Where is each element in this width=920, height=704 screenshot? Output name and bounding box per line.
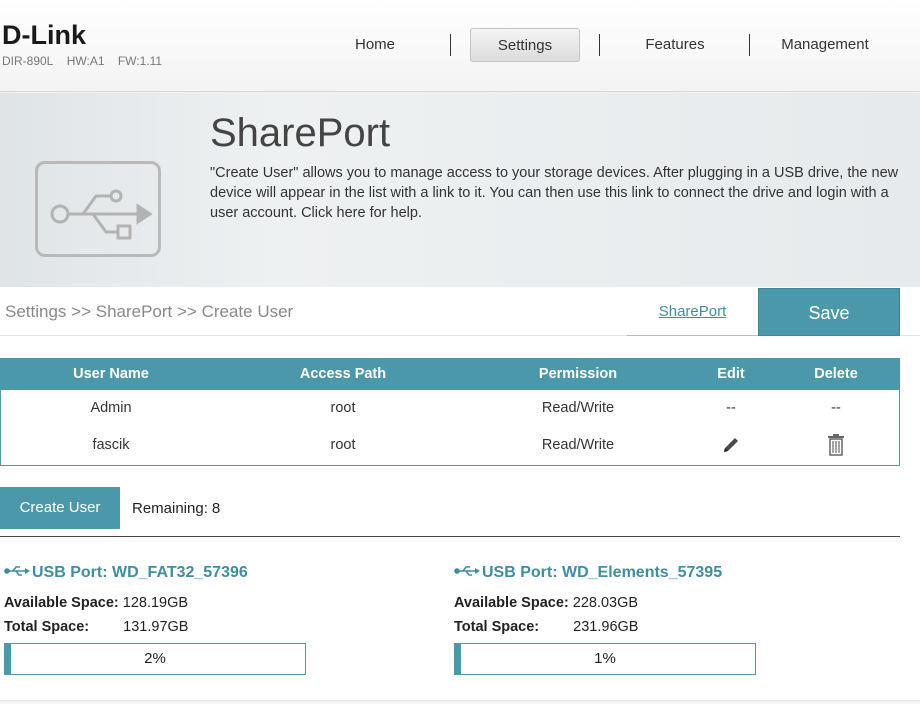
remaining-label: Remaining: bbox=[132, 500, 208, 517]
usage-percent: 1% bbox=[594, 650, 616, 667]
table-header: User Name Access Path Permission Edit De… bbox=[1, 359, 899, 390]
available-space-value: 228.03GB bbox=[572, 595, 639, 611]
total-space: Total Space: 131.97GB bbox=[4, 619, 188, 635]
available-space: Available Space: 128.19GB bbox=[4, 595, 188, 611]
col-delete: Delete bbox=[814, 366, 858, 382]
fw-version: FW:1.11 bbox=[117, 54, 163, 68]
nav-settings[interactable]: Settings bbox=[470, 28, 580, 62]
usb-port-card: USB Port: WD_Elements_57395 Available Sp… bbox=[454, 560, 764, 680]
table-row: Admin root Read/Write -- -- bbox=[1, 390, 899, 426]
available-space: Available Space: 228.03GB bbox=[454, 595, 638, 611]
cell-user-name: fascik bbox=[92, 437, 130, 453]
hw-version: HW:A1 bbox=[66, 54, 105, 68]
col-edit: Edit bbox=[717, 366, 745, 382]
usb-icon bbox=[454, 564, 482, 582]
page-description: "Create User" allows you to manage acces… bbox=[210, 165, 899, 221]
nav-home[interactable]: Home bbox=[325, 28, 425, 62]
cell-edit: -- bbox=[726, 400, 736, 416]
cell-permission: Read/Write bbox=[541, 400, 615, 416]
col-permission: Permission bbox=[538, 366, 618, 382]
breadcrumb-bar: Settings >> SharePort >> Create User Sha… bbox=[0, 288, 920, 336]
section-divider bbox=[0, 536, 900, 537]
usb-port-name: USB Port: WD_FAT32_57396 bbox=[32, 564, 248, 582]
total-space: Total Space: 231.96GB bbox=[454, 619, 638, 635]
users-table: User Name Access Path Permission Edit De… bbox=[0, 358, 900, 466]
usb-port-name: USB Port: WD_Elements_57395 bbox=[482, 564, 723, 582]
total-space-label: Total Space: bbox=[454, 619, 540, 635]
shareport-link[interactable]: SharePort bbox=[627, 288, 758, 336]
usb-icon bbox=[4, 564, 32, 582]
main-nav: Home Settings Features Management bbox=[300, 28, 900, 62]
available-space-label: Available Space: bbox=[454, 595, 569, 611]
cell-delete: -- bbox=[831, 400, 841, 416]
usage-percent: 2% bbox=[144, 650, 166, 667]
total-space-value: 131.97GB bbox=[123, 619, 189, 635]
pencil-icon[interactable] bbox=[681, 427, 781, 463]
cell-access-path: root bbox=[330, 400, 356, 416]
total-space-label: Total Space: bbox=[4, 619, 90, 635]
bottom-edge bbox=[0, 700, 920, 704]
page-banner: SharePort "Create User" allows you to ma… bbox=[0, 93, 920, 287]
nav-management[interactable]: Management bbox=[770, 28, 880, 62]
col-user-name: User Name bbox=[73, 366, 149, 382]
usb-drive-icon bbox=[35, 161, 161, 257]
available-space-label: Available Space: bbox=[4, 595, 119, 611]
usage-progress-bar: 2% bbox=[4, 643, 306, 675]
page-title: SharePort bbox=[210, 111, 391, 155]
trash-icon[interactable] bbox=[786, 427, 886, 463]
device-info: DIR-890L HW:A1 FW:1.11 bbox=[2, 54, 172, 68]
create-user-button[interactable]: Create User bbox=[0, 487, 120, 529]
total-space-value: 231.96GB bbox=[573, 619, 639, 635]
cell-access-path: root bbox=[330, 437, 356, 453]
dlink-logo: D-Link bbox=[2, 20, 86, 50]
nav-separator bbox=[450, 34, 451, 56]
nav-separator bbox=[599, 34, 600, 56]
model-name: DIR-890L bbox=[2, 54, 54, 68]
nav-separator bbox=[749, 34, 750, 56]
save-button[interactable]: Save bbox=[758, 288, 900, 336]
usage-progress-bar: 1% bbox=[454, 643, 756, 675]
usb-port-card: USB Port: WD_FAT32_57396 Available Space… bbox=[4, 560, 314, 680]
col-access-path: Access Path bbox=[299, 366, 387, 382]
remaining-count: Remaining: 8 bbox=[132, 500, 220, 517]
remaining-value: 8 bbox=[211, 500, 221, 517]
usb-port-title: USB Port: WD_Elements_57395 bbox=[454, 564, 722, 582]
top-header: D-Link DIR-890L HW:A1 FW:1.11 Home Setti… bbox=[0, 0, 920, 92]
usb-port-title: USB Port: WD_FAT32_57396 bbox=[4, 564, 248, 582]
cell-permission: Read/Write bbox=[541, 437, 615, 453]
available-space-value: 128.19GB bbox=[122, 595, 189, 611]
nav-features[interactable]: Features bbox=[625, 28, 725, 62]
table-row: fascik root Read/Write bbox=[1, 427, 899, 463]
breadcrumb: Settings >> SharePort >> Create User bbox=[5, 302, 294, 321]
cell-user-name: Admin bbox=[90, 400, 132, 416]
